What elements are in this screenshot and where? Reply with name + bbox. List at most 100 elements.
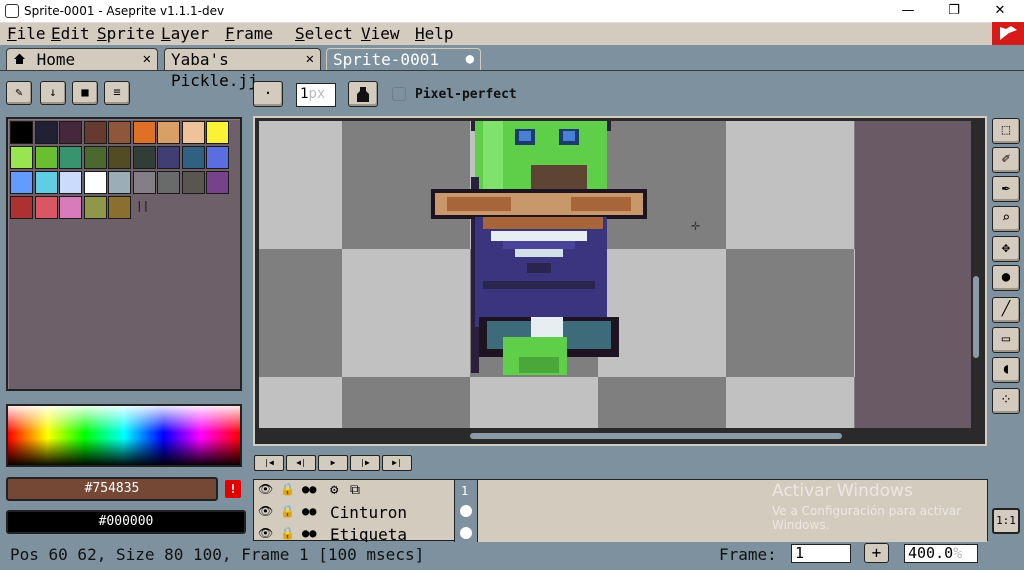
onion-skin-icon[interactable]: ●● xyxy=(302,482,316,496)
onion-skin-icon[interactable]: ●● xyxy=(302,504,316,518)
layer-row[interactable]: 👁 🔒 ●● Cinturon xyxy=(254,502,454,524)
palette-swatch[interactable] xyxy=(34,171,58,194)
palette-swatch[interactable] xyxy=(181,121,205,144)
palette-swatch[interactable] xyxy=(59,196,82,219)
canvas-vertical-scrollbar[interactable] xyxy=(973,276,979,358)
palette-swatch[interactable] xyxy=(132,146,156,169)
reset-zoom-button[interactable]: 1:1 xyxy=(992,508,1020,534)
menu-help[interactable]: Help xyxy=(415,24,454,43)
tab-home-close-icon[interactable]: ✕ xyxy=(143,49,151,70)
close-window-button[interactable]: ✕ xyxy=(977,0,1023,23)
palette-swatch[interactable] xyxy=(59,121,82,144)
next-frame-button[interactable]: |▶ xyxy=(350,455,380,471)
tab-yabas-pickle[interactable]: Yaba's Pickle.jj ✕ xyxy=(164,48,321,90)
palette-swatch[interactable] xyxy=(108,146,131,169)
palette-swatch[interactable] xyxy=(157,121,180,144)
frame-column[interactable]: 1 xyxy=(454,480,478,542)
first-frame-button[interactable]: |◀ xyxy=(254,455,284,471)
menu-sprite[interactable]: Sprite xyxy=(97,24,155,43)
palette-swatch[interactable] xyxy=(10,171,33,194)
add-frame-button[interactable]: + xyxy=(864,543,889,563)
menu-view[interactable]: View xyxy=(361,24,400,43)
tool-move[interactable]: ✥ xyxy=(992,236,1020,262)
gear-icon[interactable]: ⚙ xyxy=(330,482,338,498)
palette-swatch[interactable] xyxy=(83,146,107,169)
minimize-button[interactable]: — xyxy=(885,0,931,23)
play-button[interactable]: ▶ xyxy=(318,455,348,471)
canvas-horizontal-scrollbar[interactable] xyxy=(470,433,842,439)
last-frame-button[interactable]: ▶| xyxy=(382,455,412,471)
sprite-canvas[interactable]: ✛ xyxy=(259,121,971,428)
palette-swatch[interactable] xyxy=(59,146,82,169)
eye-icon[interactable]: 👁 xyxy=(258,526,273,540)
palette-menu-button[interactable]: ≡ xyxy=(104,81,130,105)
menu-frame[interactable]: Frame xyxy=(225,24,273,43)
tab-home[interactable]: Home ✕ xyxy=(6,48,158,72)
menu-select[interactable]: Select xyxy=(295,24,353,43)
palette-swatch[interactable] xyxy=(132,121,156,144)
tool-rectangle[interactable]: ▭ xyxy=(992,327,1020,353)
palette-resize-handle-icon[interactable]: || xyxy=(136,199,149,212)
palette-swatch[interactable] xyxy=(181,146,205,169)
palette-swatch[interactable] xyxy=(181,171,205,194)
palette-swatch[interactable] xyxy=(206,121,229,144)
tool-marquee[interactable]: ⬚ xyxy=(992,118,1020,144)
tool-eraser[interactable]: ✐ xyxy=(992,147,1020,173)
palette-swatch[interactable] xyxy=(34,121,58,144)
color-spectrum[interactable] xyxy=(6,404,242,467)
brush-type-button[interactable]: · xyxy=(253,81,283,107)
tab-modified-dot-icon[interactable]: ● xyxy=(466,49,474,70)
frame-input[interactable]: 1 xyxy=(791,544,851,563)
background-color-button[interactable]: #000000 xyxy=(6,510,246,534)
warning-icon[interactable]: ! xyxy=(225,480,241,498)
lock-icon[interactable]: 🔒 xyxy=(280,526,295,540)
menu-layer[interactable]: Layer xyxy=(161,24,209,43)
palette-edit-button[interactable]: ✎ xyxy=(6,81,32,105)
palette-swatch[interactable] xyxy=(10,121,33,144)
palette-swatch[interactable] xyxy=(59,171,82,194)
onion-skin-icon[interactable]: ●● xyxy=(302,526,316,540)
tool-blur[interactable]: ◖ xyxy=(992,357,1020,383)
foreground-color-button[interactable]: #754835 xyxy=(6,477,218,501)
palette-swatch[interactable] xyxy=(157,171,180,194)
palette-swatch[interactable] xyxy=(132,171,156,194)
maximize-button[interactable]: ❐ xyxy=(931,0,977,23)
tab-sprite-0001[interactable]: Sprite-0001 ● xyxy=(326,48,481,72)
menu-file[interactable]: File xyxy=(7,24,46,43)
palette-swatch[interactable] xyxy=(83,121,107,144)
palette-swatch[interactable] xyxy=(108,121,131,144)
eye-icon[interactable]: 👁 xyxy=(258,482,273,496)
menu-edit[interactable]: Edit xyxy=(51,24,90,43)
palette-swatch[interactable] xyxy=(108,196,131,219)
palette-swatch[interactable] xyxy=(10,196,33,219)
eye-icon[interactable]: 👁 xyxy=(258,504,273,518)
palette-swatch[interactable] xyxy=(34,146,58,169)
palette-swatch[interactable] xyxy=(34,196,58,219)
pixel-perfect-checkbox[interactable] xyxy=(392,87,406,101)
lock-icon[interactable]: 🔒 xyxy=(280,482,295,496)
tab-yabas-pickle-close-icon[interactable]: ✕ xyxy=(306,49,314,70)
brush-size-input[interactable]: 1px xyxy=(296,83,336,107)
previous-frame-button[interactable]: ◀| xyxy=(286,455,316,471)
tool-zoom[interactable]: ⌕ xyxy=(992,206,1020,232)
tool-line[interactable]: ╱ xyxy=(992,297,1020,323)
zoom-input[interactable]: 400.0% xyxy=(904,544,978,563)
lock-icon[interactable]: 🔒 xyxy=(280,504,295,518)
palette-swatch[interactable] xyxy=(206,171,229,194)
palette-swatch[interactable] xyxy=(83,196,107,219)
cel-icon[interactable] xyxy=(460,527,472,539)
tool-eyedropper[interactable]: ✒ xyxy=(992,176,1020,202)
cel-icon[interactable] xyxy=(460,505,472,517)
palette-swatch[interactable] xyxy=(108,171,131,194)
palette-swatch[interactable] xyxy=(157,146,180,169)
notifications-flag-icon[interactable] xyxy=(992,22,1024,46)
layers-icon[interactable]: ⧉ xyxy=(350,482,360,498)
tool-spray[interactable]: ⁘ xyxy=(992,388,1020,414)
palette-load-button[interactable]: ↓ xyxy=(40,81,66,105)
palette-folder-button[interactable]: ■ xyxy=(72,81,98,105)
palette-swatch[interactable] xyxy=(83,171,107,194)
ink-button[interactable] xyxy=(348,81,378,107)
palette-swatch[interactable] xyxy=(206,146,229,169)
palette-swatch[interactable] xyxy=(10,146,33,169)
tool-bucket[interactable]: ● xyxy=(992,265,1020,291)
